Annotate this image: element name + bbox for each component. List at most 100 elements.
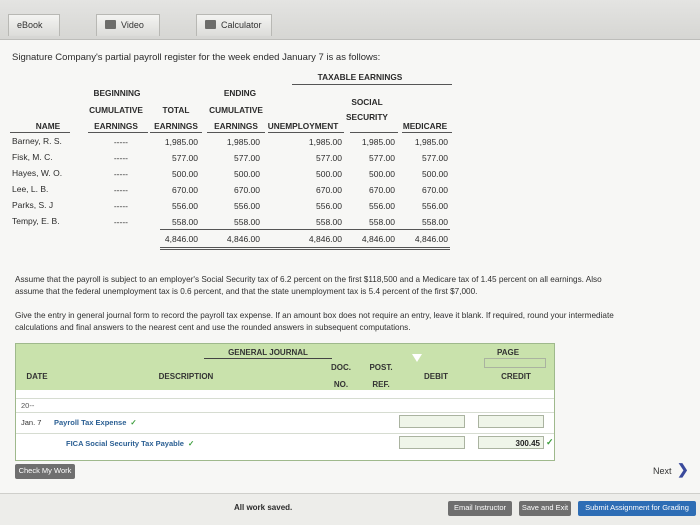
row-name: Fisk, M. C. (12, 152, 53, 162)
check-my-work-button[interactable]: Check My Work (15, 464, 75, 479)
row-ss: 500.00 (369, 169, 395, 179)
credit-input-2[interactable]: 300.45 (478, 436, 544, 449)
row-total: 577.00 (172, 153, 198, 163)
row-end: 670.00 (234, 185, 260, 195)
hdr-beginning-1: BEGINNING (93, 88, 141, 98)
page-input[interactable] (484, 358, 546, 368)
assumption-line-1: Assume that the payroll is subject to an… (15, 275, 602, 284)
row-ss: 556.00 (369, 201, 395, 211)
tab-ebook[interactable]: eBook (8, 14, 60, 36)
email-instructor-button[interactable]: Email Instructor (448, 501, 512, 516)
journal-year: 20-- (21, 401, 35, 410)
hdr-ending-3: EARNINGS (214, 121, 258, 131)
row-beg: ----- (113, 185, 128, 195)
journal-line-1[interactable]: Payroll Tax Expense ✓ (54, 418, 137, 427)
hdr-beginning-2: CUMULATIVE (89, 105, 143, 115)
row-name: Barney, R. S. (12, 136, 62, 146)
row-med: 556.00 (422, 201, 448, 211)
total-ss: 4,846.00 (361, 234, 395, 244)
journal-date: Jan. 7 (21, 418, 42, 427)
next-button[interactable]: Next ❯ (653, 461, 689, 478)
debit-input-1[interactable] (399, 415, 465, 428)
row-end: 558.00 (234, 217, 260, 227)
row-beg: ----- (113, 169, 128, 179)
row-beg: ----- (113, 137, 128, 147)
assumption-text: Assume that the payroll is subject to an… (15, 274, 695, 298)
hdr-total-2: EARNINGS (154, 121, 198, 131)
taxable-earnings-title: TAXABLE EARNINGS (317, 72, 403, 82)
total-double-rule-1 (160, 247, 450, 248)
row-unemp: 1,985.00 (308, 137, 342, 147)
total-unemp: 4,846.00 (308, 234, 342, 244)
row-name: Lee, L. B. (12, 184, 49, 194)
row-unemp: 556.00 (316, 201, 342, 211)
row-med: 558.00 (422, 217, 448, 227)
journal-line-1-text: Payroll Tax Expense (54, 418, 127, 427)
hdr-social-2: SECURITY (346, 112, 388, 122)
instruction-text: Give the entry in general journal form t… (15, 310, 695, 334)
col-description: DESCRIPTION (158, 372, 214, 381)
check-icon: ✓ (130, 418, 137, 427)
col-debit: DEBIT (424, 372, 448, 381)
hdr-medicare: MEDICARE (402, 121, 448, 131)
save-and-exit-button[interactable]: Save and Exit (519, 501, 571, 516)
taxable-underline (292, 84, 452, 85)
tab-video-label: Video (121, 20, 144, 30)
assumption-line-2: assume that the federal unemployment tax… (15, 287, 478, 296)
hdr-ending-1: ENDING (223, 88, 257, 98)
video-icon (105, 20, 116, 29)
instruction-line-2: calculations and final answers to the ne… (15, 323, 411, 332)
hdr-rule-end (207, 132, 265, 133)
credit-check-icon: ✓ (546, 437, 554, 447)
hdr-name: NAME (35, 121, 61, 131)
journal-header: GENERAL JOURNAL PAGE DATE DESCRIPTION DO… (16, 344, 554, 390)
col-post-1: POST. (369, 363, 393, 372)
tab-ebook-label: eBook (17, 20, 43, 30)
total-med: 4,846.00 (414, 234, 448, 244)
hdr-rule-name (10, 132, 70, 133)
col-doc-1: DOC. (331, 363, 351, 372)
row-name: Hayes, W. O. (12, 168, 63, 178)
footer-bar: All work saved. Email Instructor Save an… (0, 493, 700, 525)
journal-line-2[interactable]: FICA Social Security Tax Payable ✓ (66, 439, 194, 448)
journal-line-2-text: FICA Social Security Tax Payable (66, 439, 184, 448)
hdr-rule-ss (350, 132, 398, 133)
row-med: 670.00 (422, 185, 448, 195)
main-content: Signature Company's partial payroll regi… (0, 40, 700, 525)
row-ss: 577.00 (369, 153, 395, 163)
row-ss: 1,985.00 (361, 137, 395, 147)
row-divider (16, 398, 554, 399)
tab-calculator[interactable]: Calculator (196, 14, 272, 36)
hdr-rule-unemp (268, 132, 344, 133)
row-med: 1,985.00 (414, 137, 448, 147)
row-unemp: 577.00 (316, 153, 342, 163)
tab-video[interactable]: Video (96, 14, 160, 36)
hdr-beginning-3: EARNINGS (94, 121, 138, 131)
chevron-right-icon: ❯ (677, 461, 689, 477)
total-rule (160, 229, 450, 230)
save-status: All work saved. (234, 503, 293, 512)
row-beg: ----- (113, 201, 128, 211)
row-total: 500.00 (172, 169, 198, 179)
debit-input-2[interactable] (399, 436, 465, 449)
total-end: 4,846.00 (226, 234, 260, 244)
row-total: 670.00 (172, 185, 198, 195)
row-beg: ----- (113, 153, 128, 163)
col-credit: CREDIT (501, 372, 531, 381)
row-total: 558.00 (172, 217, 198, 227)
hdr-rule-total (150, 132, 202, 133)
row-end: 556.00 (234, 201, 260, 211)
mouse-cursor-icon (412, 354, 422, 362)
row-med: 577.00 (422, 153, 448, 163)
credit-input-1[interactable] (478, 415, 544, 428)
row-name: Tempy, E. B. (12, 216, 60, 226)
row-unemp: 670.00 (316, 185, 342, 195)
row-end: 1,985.00 (226, 137, 260, 147)
calculator-icon (205, 20, 216, 29)
tab-calculator-label: Calculator (221, 20, 262, 30)
submit-assignment-button[interactable]: Submit Assignment for Grading (578, 501, 696, 516)
total-double-rule-2 (160, 249, 450, 250)
col-doc-2: NO. (333, 380, 349, 389)
check-icon: ✓ (187, 439, 195, 448)
journal-title-rule (204, 358, 332, 359)
